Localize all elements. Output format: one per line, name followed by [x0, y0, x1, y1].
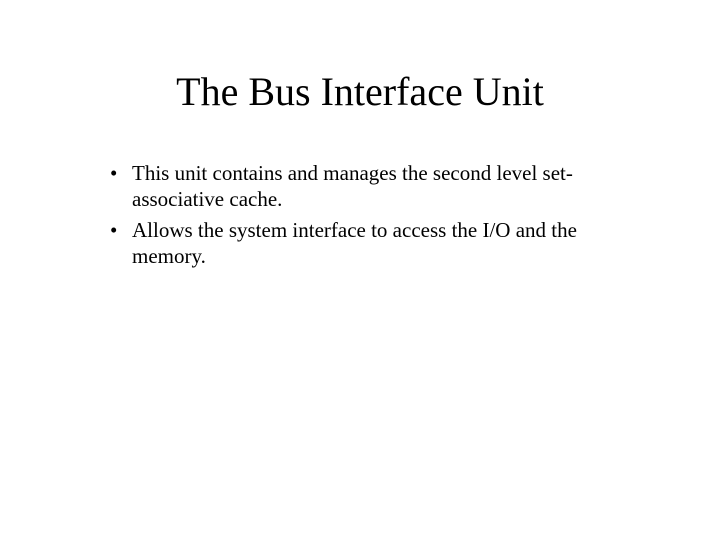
- list-item: This unit contains and manages the secon…: [108, 160, 618, 213]
- slide: The Bus Interface Unit This unit contain…: [0, 0, 720, 540]
- bullet-list: This unit contains and manages the secon…: [108, 160, 618, 269]
- bullet-text: This unit contains and manages the secon…: [132, 161, 573, 211]
- slide-body: This unit contains and manages the secon…: [108, 160, 618, 273]
- slide-title: The Bus Interface Unit: [0, 68, 720, 115]
- list-item: Allows the system interface to access th…: [108, 217, 618, 270]
- bullet-text: Allows the system interface to access th…: [132, 218, 577, 268]
